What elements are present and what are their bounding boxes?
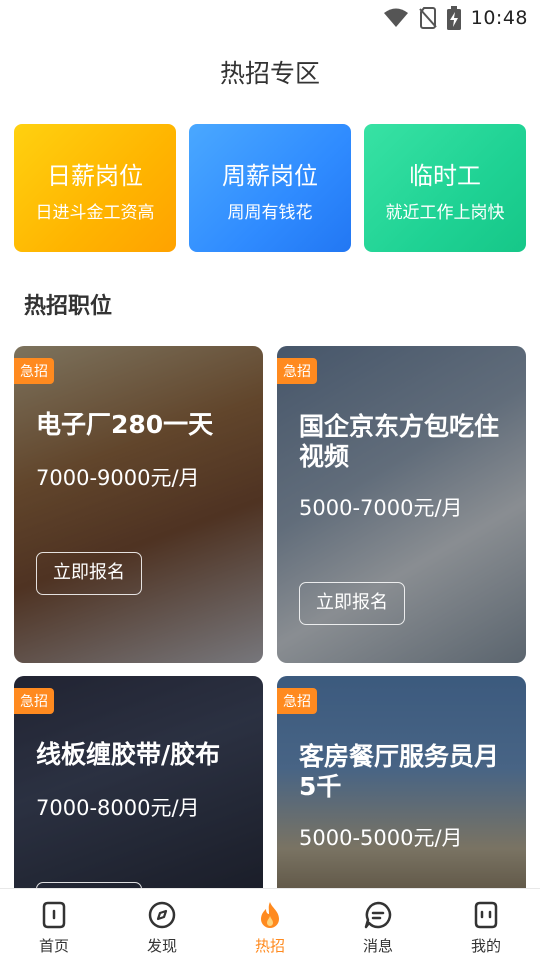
tab-profile[interactable]: 我的 — [432, 889, 540, 960]
no-sim-icon — [418, 7, 437, 29]
job-title: 电子厂280一天 — [36, 410, 214, 439]
image-overlay — [14, 346, 263, 663]
urgent-badge: 急招 — [14, 358, 54, 384]
apply-button[interactable]: 立即报名 — [299, 582, 405, 625]
job-title: 线板缠胶带/胶布 — [36, 740, 221, 769]
job-card[interactable]: 急招 电子厂280一天 7000-9000元/月 立即报名 — [14, 346, 263, 663]
tab-messages[interactable]: 消息 — [324, 889, 432, 960]
job-salary: 5000-5000元/月 — [299, 826, 463, 850]
category-subtitle: 就近工作上岗快 — [385, 203, 505, 223]
category-subtitle: 日进斗金工资高 — [35, 203, 155, 223]
category-title: 日薪岗位 — [47, 162, 143, 190]
job-card[interactable]: 急招 线板缠胶带/胶布 7000-8000元/月 立即报名 — [14, 676, 263, 906]
apply-button[interactable]: 立即报名 — [36, 552, 142, 595]
bottom-tab-bar: 首页 发现 热招 消息 我的 — [0, 888, 540, 960]
category-title: 临时工 — [409, 162, 481, 190]
job-title: 国企京东方包吃住视频 — [299, 412, 500, 471]
status-bar: 10:48 — [0, 0, 540, 36]
category-daily-pay[interactable]: 日薪岗位 日进斗金工资高 — [14, 124, 176, 252]
tab-label: 首页 — [38, 937, 69, 955]
tab-label: 消息 — [362, 937, 393, 955]
job-card[interactable]: 急招 国企京东方包吃住视频 5000-7000元/月 立即报名 — [277, 346, 526, 663]
page-title: 热招专区 — [219, 59, 320, 88]
category-weekly-pay[interactable]: 周薪岗位 周周有钱花 — [189, 124, 351, 252]
job-salary: 5000-7000元/月 — [299, 496, 463, 520]
section-title: 热招职位 — [24, 294, 113, 319]
profile-icon — [474, 901, 498, 929]
tab-label: 我的 — [470, 937, 501, 955]
tab-label: 发现 — [146, 937, 177, 955]
tab-label: 热招 — [254, 937, 285, 955]
job-salary: 7000-9000元/月 — [36, 466, 200, 490]
job-card[interactable]: 急招 客房餐厅服务员月5千 5000-5000元/月 — [277, 676, 526, 906]
compass-icon — [148, 901, 176, 929]
job-title: 客房餐厅服务员月5千 — [299, 742, 500, 801]
urgent-badge: 急招 — [277, 358, 317, 384]
urgent-badge: 急招 — [14, 688, 54, 714]
message-icon — [364, 901, 392, 929]
category-title: 周薪岗位 — [222, 162, 318, 190]
category-subtitle: 周周有钱花 — [227, 203, 313, 223]
flame-icon — [261, 902, 279, 928]
home-icon — [42, 901, 66, 929]
battery-charging-icon — [446, 6, 461, 30]
wifi-icon — [383, 8, 408, 27]
tab-home[interactable]: 首页 — [0, 889, 108, 960]
tab-discover[interactable]: 发现 — [108, 889, 216, 960]
category-temporary[interactable]: 临时工 就近工作上岗快 — [364, 124, 526, 252]
tab-hot-jobs[interactable]: 热招 — [216, 889, 324, 960]
job-salary: 7000-8000元/月 — [36, 796, 200, 820]
urgent-badge: 急招 — [277, 688, 317, 714]
status-time: 10:48 — [470, 7, 528, 29]
